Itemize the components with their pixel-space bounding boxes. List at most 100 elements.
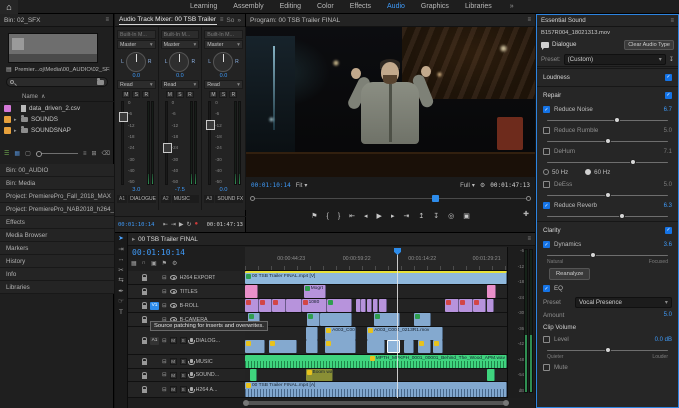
timeline-clip[interactable] — [272, 299, 286, 312]
track-lane-a2[interactable]: MPTH_MPKPH_0001_00001_Behind_The_Wood_AP… — [245, 355, 507, 368]
panel-tab-info[interactable]: Info — [0, 268, 114, 281]
slider-knob[interactable] — [630, 159, 636, 165]
source-patch-badge[interactable] — [150, 386, 159, 394]
sync-lock-icon[interactable]: ⊟ — [162, 338, 167, 344]
radio-60-hz[interactable] — [585, 169, 591, 175]
r-button[interactable]: R — [186, 91, 194, 98]
timeline-clip[interactable] — [367, 340, 385, 353]
loop-icon[interactable]: ↻ — [187, 221, 192, 228]
source-patch-badge[interactable] — [150, 274, 159, 282]
volume-fader[interactable] — [121, 101, 124, 185]
mark-out-icon[interactable]: } — [338, 213, 340, 220]
workspace-tab-editing[interactable]: Editing — [280, 3, 301, 10]
sync-lock-icon[interactable]: ⊟ — [162, 359, 167, 365]
timeline-clip[interactable] — [418, 340, 431, 353]
timeline-clip[interactable] — [445, 299, 459, 312]
output-dropdown[interactable]: Master▾ — [117, 40, 156, 49]
preset-dropdown[interactable]: (Custom) ▾ — [564, 54, 666, 65]
record-icon[interactable]: ● — [195, 221, 199, 228]
slip-tool[interactable]: ⇆ — [118, 278, 123, 285]
go-to-in-icon[interactable]: ⇤ — [163, 221, 168, 228]
timeline-clip[interactable] — [245, 285, 258, 298]
source-tab-label[interactable]: So — [226, 17, 234, 24]
timeline-clip-1080[interactable]: 1080 — [302, 299, 327, 312]
m-button[interactable]: M — [166, 91, 174, 98]
sync-lock-icon[interactable]: ⊟ — [162, 387, 167, 393]
new-bin-icon[interactable]: ⊞ — [91, 150, 96, 157]
workspace-tab-effects[interactable]: Effects — [350, 3, 371, 10]
sync-lock-icon[interactable]: ⊟ — [162, 303, 167, 309]
slider-knob[interactable] — [605, 192, 611, 198]
pan-value[interactable]: 0.0 — [115, 73, 158, 79]
type-tool[interactable]: T — [119, 310, 123, 317]
track-header-a3[interactable]: ⊟MSSOUND... — [128, 369, 245, 381]
radio-50-hz[interactable] — [543, 169, 549, 175]
mark-in-icon[interactable]: { — [326, 213, 328, 220]
mute-button[interactable]: M — [170, 386, 177, 393]
volume-fader[interactable] — [165, 101, 168, 185]
control-value[interactable]: 7.1 — [664, 149, 672, 155]
linked-selection-icon[interactable]: ▣ — [151, 260, 157, 267]
s-button[interactable]: S — [219, 91, 227, 98]
checkbox[interactable]: ✓ — [665, 74, 672, 81]
source-patch-badge[interactable] — [150, 358, 159, 366]
export-frame-icon[interactable]: ◎ — [448, 212, 454, 220]
playback-resolution-dropdown[interactable]: Full▾ — [460, 182, 475, 189]
timeline-clip[interactable] — [487, 285, 495, 298]
timeline-clip[interactable] — [487, 299, 495, 312]
eq-preset-dropdown[interactable]: Vocal Presence▾ — [575, 297, 672, 308]
list-view-icon[interactable]: ☰ — [4, 150, 9, 157]
automation-mode-dropdown[interactable]: Read▾ — [161, 80, 200, 89]
slider-reduce-rumble[interactable] — [547, 137, 668, 145]
bin-item-data-driven-2-csv[interactable]: data_driven_2.csv — [0, 103, 114, 114]
es-section-loudness[interactable]: Loudness✓ — [537, 68, 678, 85]
track-header-v3[interactable]: ⊟TITLES — [128, 285, 245, 298]
pen-tool[interactable]: ✒ — [118, 289, 123, 296]
timeline-clip[interactable] — [327, 299, 352, 312]
settings-wrench-icon[interactable]: ⚙ — [480, 182, 485, 189]
slider-knob[interactable] — [590, 252, 596, 258]
go-to-out-icon[interactable]: ⇥ — [171, 221, 176, 228]
freeform-view-icon[interactable]: ▢ — [25, 150, 31, 157]
slider-knob[interactable] — [619, 213, 625, 219]
lift-icon[interactable]: ↥ — [418, 212, 424, 220]
source-patch-badge[interactable]: A1 — [150, 337, 159, 345]
disclosure-icon[interactable]: ▸ — [14, 128, 18, 134]
timeline-horizontal-scrollbar[interactable] — [245, 401, 507, 405]
bin-search-input[interactable] — [6, 77, 108, 87]
panel-menu-icon[interactable]: ≡ — [105, 17, 109, 23]
track-lane-a4[interactable]: 00 TSB Trailer FINAL.mp4 [A] — [245, 382, 507, 397]
checkbox[interactable]: ✓ — [543, 106, 550, 113]
track-lane-v1[interactable] — [245, 313, 507, 326]
fader-handle[interactable] — [163, 143, 172, 153]
checkbox[interactable] — [543, 336, 550, 343]
track-header-v4[interactable]: ⊟H264 EXPORT — [128, 271, 245, 284]
reanalyze-button[interactable]: Reanalyze — [549, 268, 590, 280]
add-marker-icon[interactable]: ⚑ — [311, 212, 317, 220]
panel-menu-icon[interactable]: ≡ — [670, 18, 674, 24]
automation-mode-dropdown[interactable]: Read▾ — [204, 80, 243, 89]
timeline-clip[interactable] — [433, 340, 444, 353]
mute-button[interactable]: M — [170, 372, 177, 379]
tab-overflow-icon[interactable]: » — [237, 17, 241, 24]
control-value[interactable]: 5.0 — [664, 128, 672, 134]
checkbox[interactable] — [543, 364, 550, 371]
bin-item-sounds[interactable]: ▸SOUNDS — [0, 114, 114, 125]
scrollbar-handle-right[interactable] — [526, 196, 531, 201]
slider-dynamics[interactable] — [547, 251, 668, 259]
timeline-clip-00-tsb-trailer-final-mp4-a[interactable]: 00 TSB Trailer FINAL.mp4 [A] — [245, 382, 507, 397]
checkbox[interactable]: ✓ — [665, 227, 672, 234]
scrollbar-handle-left[interactable] — [250, 196, 255, 201]
panel-tab-project-premierepro-nab2018-h264-1[interactable]: Project: PremierePro_NAB2018_h264_1 — [0, 203, 114, 216]
checkbox[interactable]: ✓ — [543, 285, 550, 292]
slider-knob[interactable] — [605, 138, 611, 144]
timeline-clip[interactable] — [356, 299, 361, 312]
timeline-settings-icon[interactable]: ⚙ — [172, 260, 177, 267]
solo-button[interactable]: S — [180, 337, 187, 344]
button-editor-plus[interactable]: ✚ — [523, 210, 529, 218]
solo-button[interactable]: S — [180, 386, 187, 393]
program-timecode[interactable]: 00:01:10:14 — [251, 182, 291, 189]
slider-level[interactable] — [547, 346, 668, 354]
checkbox[interactable]: ✓ — [665, 92, 672, 99]
timeline-clip-boom-wav[interactable]: Boom wav — [306, 369, 333, 381]
